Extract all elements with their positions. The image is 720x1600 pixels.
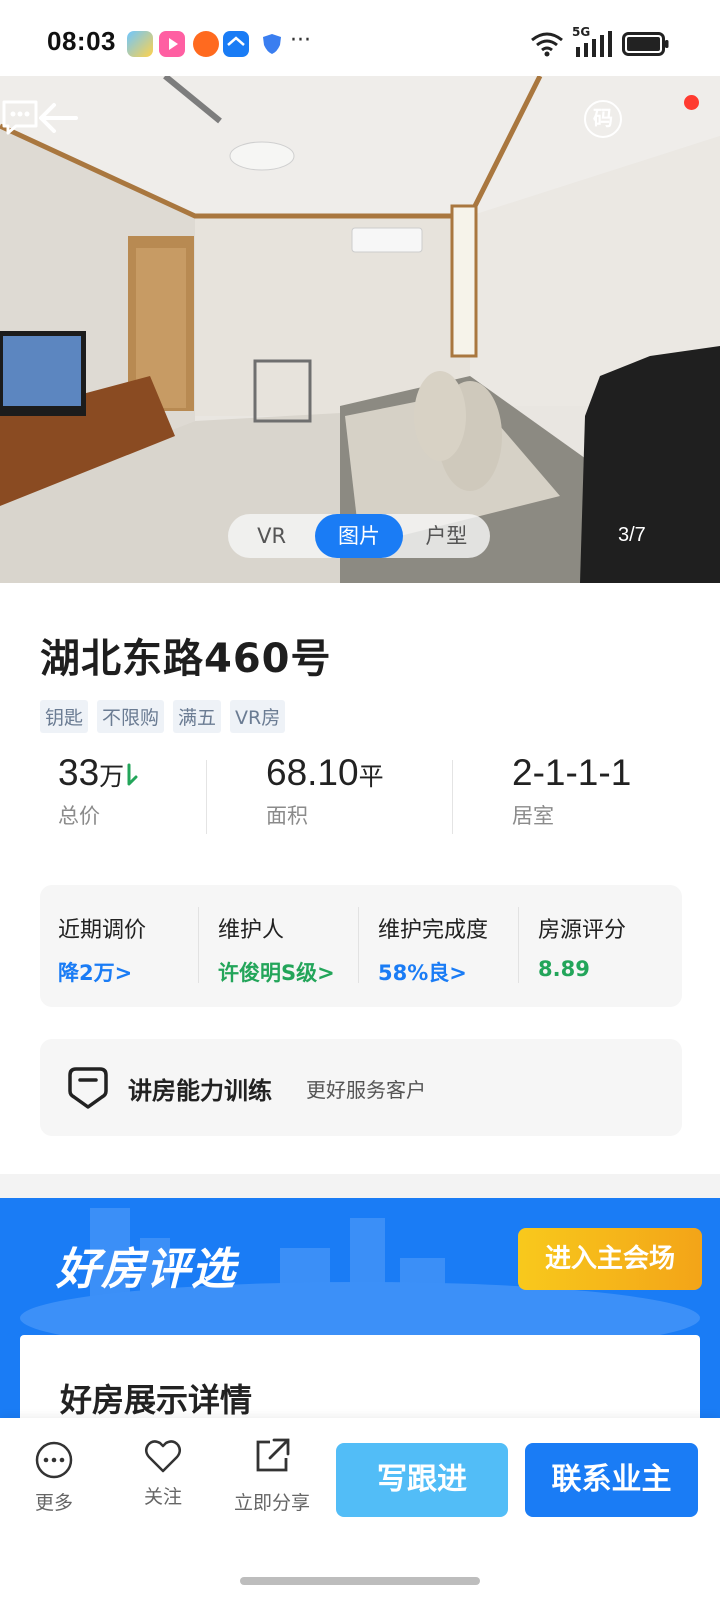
tag-key: 钥匙 — [40, 700, 89, 733]
info-label: 房源评分 — [538, 918, 627, 943]
training-banner[interactable]: 讲房能力训练 更好服务客户 — [40, 1039, 682, 1136]
price-unit: 万 — [99, 762, 125, 791]
tag-five-years: 满五 — [173, 700, 222, 733]
training-title: 讲房能力训练 — [128, 1077, 272, 1105]
battery-icon — [622, 32, 669, 56]
training-icon — [68, 1067, 108, 1109]
more-label: 更多 — [34, 1492, 73, 1514]
info-value: 8.89 — [538, 957, 590, 981]
training-subtitle: 更好服务客户 — [306, 1078, 426, 1102]
photo-counter: 3/7 — [618, 524, 646, 546]
area-unit: 平 — [358, 762, 384, 791]
price-label: 总价 — [58, 804, 100, 828]
info-label: 维护人 — [218, 918, 285, 943]
more-notifications-icon: ··· — [290, 28, 311, 53]
tab-vr[interactable]: VR — [228, 514, 315, 558]
tag-unrestricted: 不限购 — [97, 700, 165, 733]
rooms-label: 居室 — [512, 804, 554, 828]
tag-vr: VR房 — [230, 700, 286, 733]
listing-photo[interactable]: 码 VR 图片 户型 3/7 — [0, 76, 720, 583]
follow-label: 关注 — [143, 1486, 182, 1508]
wifi-icon — [531, 32, 563, 57]
heart-icon — [145, 1440, 181, 1473]
listing-title: 湖北东路460号 — [40, 636, 332, 682]
section-gap — [0, 1174, 720, 1198]
signal-indicator: 5G — [572, 25, 614, 59]
info-divider — [518, 907, 519, 983]
key-stats: 33万 总价 68.10平 面积 2-1-1-1 居室 — [0, 752, 720, 842]
shield-icon — [259, 31, 285, 57]
info-value[interactable]: 许俊明S级> — [218, 957, 335, 987]
rooms-value: 2-1-1-1 — [512, 752, 632, 793]
status-bar: 08:03 ··· 5G — [0, 0, 720, 76]
tab-photos[interactable]: 图片 — [315, 514, 403, 558]
contact-owner-button[interactable]: 联系业主 — [525, 1443, 698, 1517]
info-value[interactable]: 58%良> — [378, 957, 467, 987]
weather-app-icon — [127, 31, 153, 57]
message-icon[interactable] — [0, 98, 40, 136]
promo-title: 好房评选 — [56, 1244, 236, 1295]
more-icon — [35, 1441, 73, 1479]
home-indicator[interactable] — [240, 1577, 480, 1585]
tab-floorplan[interactable]: 户型 — [403, 514, 490, 558]
realestate-app-icon — [223, 31, 249, 57]
video-app-icon — [159, 31, 185, 57]
area-label: 面积 — [266, 804, 308, 828]
status-time: 08:03 — [47, 26, 116, 56]
stat-rooms: 2-1-1-1 居室 — [512, 752, 631, 830]
stat-area: 68.10平 面积 — [266, 752, 384, 830]
news-app-icon — [193, 31, 219, 57]
enter-main-venue-button[interactable]: 进入主会场 — [518, 1228, 702, 1290]
media-tabs: VR 图片 户型 — [228, 514, 490, 558]
info-divider — [198, 907, 199, 983]
price-value: 33 — [58, 752, 100, 793]
info-value[interactable]: 降2万> — [58, 957, 132, 987]
back-arrow-icon[interactable] — [34, 96, 84, 140]
signal-icon — [576, 31, 612, 57]
listing-tags: 钥匙 不限购 满五 VR房 — [40, 700, 286, 733]
stat-divider — [452, 760, 453, 834]
info-label: 近期调价 — [58, 918, 147, 943]
info-divider — [358, 907, 359, 983]
unread-badge — [684, 95, 699, 110]
status-icons: 5G — [530, 25, 670, 61]
stat-price: 33万 总价 — [58, 752, 138, 830]
share-icon — [256, 1438, 290, 1472]
qr-code-icon[interactable]: 码 — [584, 100, 622, 138]
info-label: 维护完成度 — [378, 918, 489, 943]
detail-title: 好房展示详情 — [60, 1381, 253, 1419]
price-down-icon — [127, 763, 138, 786]
room-photo-illustration — [0, 76, 720, 583]
stat-divider — [206, 760, 207, 834]
area-value: 68.10 — [266, 752, 359, 793]
maintenance-info-card: 近期调价 降2万> 维护人 许俊明S级> 维护完成度 58%良> 房源评分 8.… — [40, 885, 682, 1007]
write-followup-button[interactable]: 写跟进 — [336, 1443, 508, 1517]
share-label: 立即分享 — [233, 1492, 310, 1514]
